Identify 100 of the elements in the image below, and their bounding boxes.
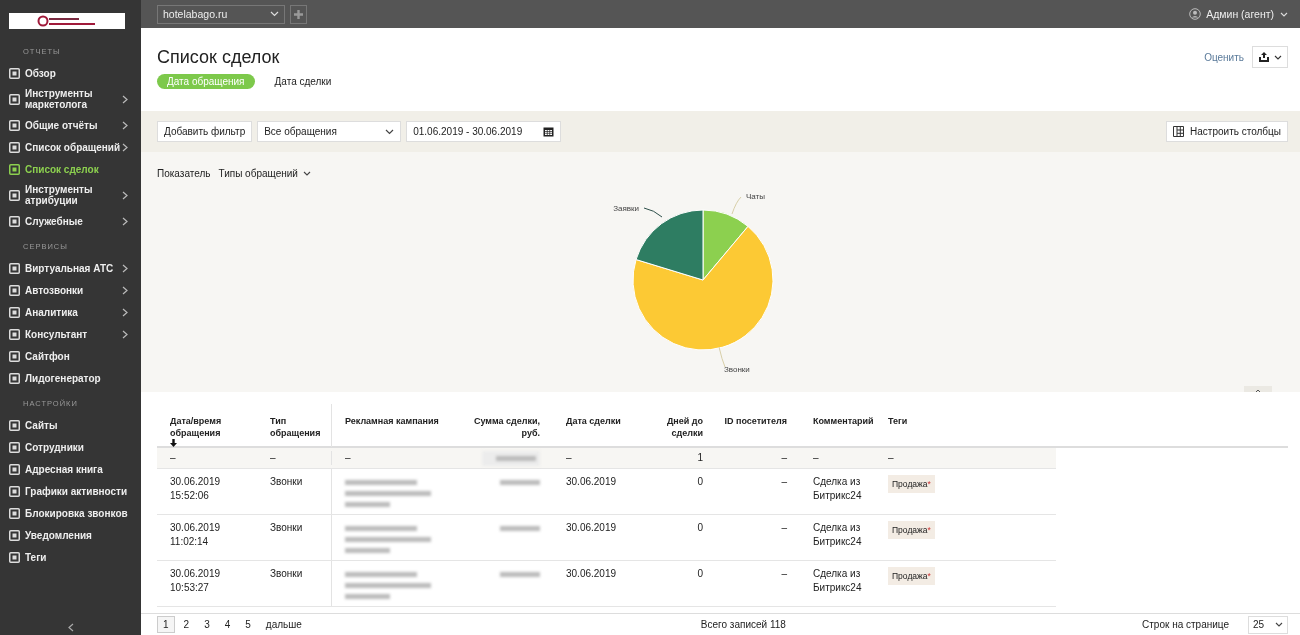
square-icon [9, 93, 20, 105]
table-cell: – [781, 568, 787, 579]
page-link[interactable]: 1 [157, 616, 175, 633]
sort-arrow-icon[interactable] [170, 439, 177, 447]
table-cell: – [888, 452, 894, 463]
column-header[interactable]: Комментарий [800, 404, 875, 447]
table-cell: 0 [697, 476, 703, 487]
sidebar-item[interactable]: Сайты [0, 414, 141, 436]
rate-link[interactable]: Оценить [1204, 46, 1244, 63]
sidebar-item[interactable]: Список обращений [0, 136, 141, 158]
slice-label: Звонки [724, 365, 750, 374]
column-header[interactable]: Дата/время обращения [157, 404, 257, 447]
square-icon [9, 328, 20, 340]
square-icon [9, 141, 20, 153]
sidebar-item[interactable]: Виртуальная АТС [0, 257, 141, 279]
logo-drawing [37, 15, 97, 27]
table-cell: Звонки [270, 568, 303, 579]
square-icon [9, 529, 20, 541]
square-icon [9, 441, 20, 453]
total-records: Всего записей 118 [700, 619, 786, 630]
table-cell: – [781, 522, 787, 533]
sidebar-item[interactable]: Сотрудники [0, 436, 141, 458]
indicator-select[interactable]: Типы обращений [218, 168, 311, 179]
caret-icon [1275, 622, 1283, 627]
sidebar-item[interactable]: Инструменты атрибуции [0, 180, 141, 210]
page-link[interactable]: 4 [218, 616, 237, 633]
table-cell-text: Сделка из Битрикс24 [813, 567, 863, 595]
sidebar-item[interactable]: Инструменты маркетолога [0, 84, 141, 114]
leader-line [718, 346, 726, 368]
calendar-icon [543, 126, 555, 137]
table-row[interactable]: 30.06.2019 10:53:27 Звонки 30.06.2019 0 – Сделка из Битрикс24 Продажа* [157, 561, 1056, 607]
page-link[interactable]: 3 [198, 616, 216, 633]
chevron-right-icon [122, 285, 128, 295]
sidebar-item[interactable]: Служебные [0, 210, 141, 232]
add-site-button[interactable] [290, 4, 307, 24]
rows-per-page-label: Строк на странице [1142, 619, 1229, 630]
user-avatar-icon [1189, 8, 1202, 20]
slice-label: Чаты [746, 192, 766, 201]
next-page-link[interactable]: дальше [259, 616, 308, 633]
table-cell: – [781, 452, 787, 463]
column-header[interactable]: Дата сделки [553, 404, 640, 447]
table-cell-text: Сделка из Битрикс24 [813, 475, 863, 503]
square-icon [9, 551, 20, 563]
chevron-right-icon [122, 329, 128, 339]
chevron-right-icon [122, 263, 128, 273]
leader-line [643, 207, 663, 218]
chevron-right-icon [122, 216, 128, 226]
page-link[interactable]: 2 [177, 616, 196, 633]
column-header[interactable]: Сумма сделки, руб. [460, 404, 553, 447]
sidebar-item[interactable]: Уведомления [0, 524, 141, 546]
chevron-right-icon [122, 120, 128, 130]
tag-badge: Продажа* [888, 521, 935, 539]
sidebar-item[interactable]: Консультант [0, 323, 141, 345]
square-icon [9, 419, 20, 431]
site-select[interactable]: hotelabago.ru [157, 4, 285, 24]
column-header[interactable]: Дней до сделки [640, 404, 716, 447]
user-menu[interactable]: Админ (агент) [1206, 8, 1274, 20]
table-cell: – [345, 452, 351, 463]
sidebar-item[interactable]: Блокировка звонков [0, 502, 141, 524]
date-tab[interactable]: Дата сделки [264, 74, 342, 89]
sidebar-item[interactable]: Обзор [0, 62, 141, 84]
column-header[interactable]: Теги [875, 404, 1056, 447]
export-button[interactable] [1252, 46, 1288, 68]
logo[interactable] [9, 13, 125, 29]
caret-icon [270, 11, 279, 17]
table-row[interactable]: 30.06.2019 15:52:06 Звонки 30.06.2019 0 – Сделка из Битрикс24 Продажа* [157, 469, 1056, 515]
table-cell: Звонки [270, 476, 303, 487]
page-link[interactable]: 5 [239, 616, 257, 633]
rows-per-page-select[interactable]: 25 [1248, 615, 1288, 634]
upload-icon [1258, 52, 1269, 62]
sidebar-item[interactable]: Адресная книга [0, 458, 141, 480]
configure-columns-button[interactable]: Настроить столбцы [1166, 121, 1288, 142]
square-icon [9, 372, 20, 384]
table-cell: 30.06.2019 [566, 522, 617, 533]
table-cell: 0 [697, 568, 703, 579]
column-header[interactable]: Рекламная кампания [331, 404, 460, 447]
sidebar-item[interactable]: Список сделок [0, 158, 141, 180]
add-filter-button[interactable]: Добавить фильтр [157, 121, 253, 142]
square-icon [9, 215, 20, 227]
indicator-label: Показатель [157, 168, 211, 179]
date-range-field[interactable]: 01.06.2019 - 30.06.2019 [406, 121, 562, 142]
column-header[interactable]: Тип обращения [257, 404, 331, 447]
sidebar-item[interactable]: Сайтфон [0, 345, 141, 367]
sidebar-item[interactable]: Аналитика [0, 301, 141, 323]
table-cell: 30.06.2019 [566, 476, 617, 487]
chevron-left-icon[interactable] [67, 623, 74, 632]
caret-icon [385, 128, 395, 135]
sidebar-item[interactable]: Теги [0, 546, 141, 568]
table-cell: – [813, 452, 819, 463]
sidebar-item[interactable]: Общие отчёты [0, 114, 141, 136]
sidebar-item[interactable]: Графики активности [0, 480, 141, 502]
square-icon [9, 189, 20, 201]
table-cell: 0 [697, 522, 703, 533]
sidebar-item[interactable]: Лидогенератор [0, 367, 141, 389]
slice-label: Заявки [613, 204, 639, 213]
type-select[interactable]: Все обращения [257, 121, 402, 142]
caret-icon [302, 171, 311, 176]
column-header[interactable]: ID посетителя [716, 404, 800, 447]
sidebar-item[interactable]: Автозвонки [0, 279, 141, 301]
table-row[interactable]: 30.06.2019 11:02:14 Звонки 30.06.2019 0 – Сделка из Битрикс24 Продажа* [157, 515, 1056, 561]
